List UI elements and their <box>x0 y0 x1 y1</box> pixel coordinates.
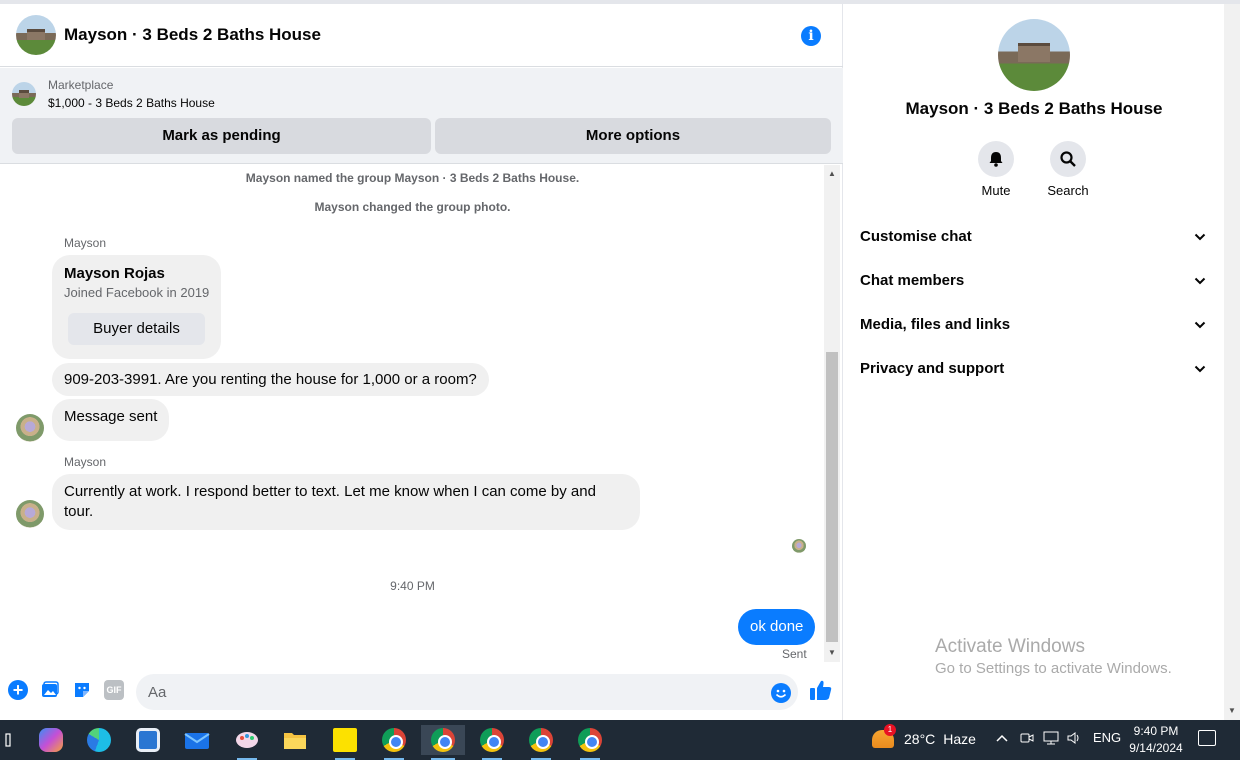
sender-name: Mayson <box>64 455 107 469</box>
mark-as-pending-button[interactable]: Mark as pending <box>12 118 431 154</box>
plus-icon[interactable]: + <box>8 680 28 700</box>
scroll-thumb[interactable] <box>826 352 838 642</box>
marketplace-label: Marketplace <box>48 78 114 92</box>
file-explorer-icon[interactable] <box>275 725 315 755</box>
thumbs-up-icon[interactable] <box>808 678 834 702</box>
task-view-icon[interactable] <box>0 725 24 755</box>
accordion-privacy-support[interactable]: Privacy and support <box>860 348 1210 388</box>
accordion-media-files-links[interactable]: Media, files and links <box>860 304 1210 344</box>
weather-badge: 1 <box>884 724 896 736</box>
details-title: Mayson · 3 Beds 2 Baths House <box>905 99 1163 118</box>
scroll-up-arrow[interactable]: ▲ <box>824 167 840 181</box>
copilot-icon[interactable] <box>31 725 71 755</box>
accordion-label: Media, files and links <box>860 315 1011 333</box>
watermark-title: Activate Windows <box>935 636 1085 657</box>
emoji-icon[interactable] <box>771 683 791 703</box>
bell-icon[interactable] <box>978 141 1014 177</box>
clock-time: 9:40 PM <box>1133 724 1179 738</box>
accordion-label: Chat members <box>860 271 965 289</box>
accordion-chat-members[interactable]: Chat members <box>860 260 1210 300</box>
volume-icon[interactable] <box>1066 730 1082 749</box>
system-message: Mayson named the group Mayson · 3 Beds 2… <box>245 171 580 185</box>
search-button[interactable]: Search <box>1028 141 1108 198</box>
listing-thumbnail[interactable] <box>12 82 36 106</box>
mail-icon[interactable] <box>177 725 217 755</box>
group-avatar[interactable] <box>16 15 56 55</box>
chrome-profile-4-icon[interactable] <box>521 725 561 760</box>
scroll-down-arrow[interactable]: ▼ <box>824 646 840 660</box>
message-input[interactable] <box>136 674 798 710</box>
chat-pane: Mayson · 3 Beds 2 Baths House i Marketpl… <box>0 4 843 720</box>
accordion-label: Customise chat <box>860 227 972 245</box>
read-receipt-avatar <box>792 539 806 553</box>
paint-icon[interactable] <box>227 725 267 760</box>
weather-condition: Haze <box>943 731 976 747</box>
chat-details-pane: Mayson · 3 Beds 2 Baths House Mute Searc… <box>844 4 1224 720</box>
messenger-window: Mayson · 3 Beds 2 Baths House i Marketpl… <box>0 0 1240 720</box>
chat-title[interactable]: Mayson · 3 Beds 2 Baths House <box>64 25 321 45</box>
weather-temp: 28°C <box>904 731 936 747</box>
sender-avatar[interactable] <box>16 500 44 528</box>
store-icon[interactable] <box>128 725 168 755</box>
sticky-notes-icon[interactable] <box>325 725 365 760</box>
language-indicator[interactable]: ENG <box>1093 730 1121 745</box>
buyer-details-button[interactable]: Buyer details <box>68 313 205 345</box>
activation-watermark: Activate Windows Go to Settings to activ… <box>935 636 1172 677</box>
chevron-up-icon[interactable] <box>996 730 1008 749</box>
notification-icon[interactable] <box>1198 730 1216 746</box>
search-icon[interactable] <box>1050 141 1086 177</box>
listing-title[interactable]: $1,000 - 3 Beds 2 Baths House <box>48 96 215 110</box>
sent-status: Sent <box>782 647 807 661</box>
scroll-down-arrow[interactable]: ▼ <box>1224 704 1240 718</box>
outgoing-message[interactable]: ok done <box>738 609 816 645</box>
mute-label: Mute <box>981 183 1011 198</box>
sender-avatar[interactable] <box>16 414 44 442</box>
chevron-down-icon <box>1194 228 1206 244</box>
chrome-profile-1-icon[interactable] <box>374 725 414 760</box>
buyer-joined: Joined Facebook in 2019 <box>64 285 210 300</box>
search-label: Search <box>1047 183 1089 198</box>
info-icon[interactable]: i <box>801 26 821 46</box>
weather-icon: 1 <box>872 724 896 748</box>
sticker-icon[interactable] <box>72 680 92 700</box>
weather-widget[interactable]: 1 28°C Haze <box>872 724 976 748</box>
accordion-customise-chat[interactable]: Customise chat <box>860 216 1210 256</box>
message-timestamp: 9:40 PM <box>390 579 435 593</box>
buyer-name: Mayson Rojas <box>64 265 165 282</box>
windows-taskbar: 1 28°C Haze ENG 9:40 PM 9/14/2024 <box>0 720 1240 760</box>
accordion-label: Privacy and support <box>860 359 1005 377</box>
chrome-profile-3-icon[interactable] <box>472 725 512 760</box>
mute-button[interactable]: Mute <box>956 141 1036 198</box>
composer: + GIF <box>0 668 843 712</box>
marketplace-bar: Marketplace $1,000 - 3 Beds 2 Baths Hous… <box>0 68 843 164</box>
meet-now-icon[interactable] <box>1020 730 1034 749</box>
message-scrollbar[interactable]: ▲ ▼ <box>824 165 840 662</box>
chat-header: Mayson · 3 Beds 2 Baths House i <box>0 4 843 67</box>
message-bubble[interactable]: 909-203-3991. Are you renting the house … <box>52 363 489 396</box>
edge-icon[interactable] <box>79 725 119 755</box>
message-bubble[interactable]: Message sent <box>52 399 170 441</box>
system-message: Mayson changed the group photo. <box>314 200 511 214</box>
photo-icon[interactable] <box>40 680 60 700</box>
watermark-subtitle: Go to Settings to activate Windows. <box>935 660 1172 677</box>
more-options-button[interactable]: More options <box>435 118 831 154</box>
message-list: Mayson named the group Mayson · 3 Beds 2… <box>0 165 843 662</box>
sender-name: Mayson <box>64 236 107 250</box>
group-photo[interactable] <box>998 19 1070 91</box>
chevron-down-icon <box>1194 360 1206 376</box>
chevron-down-icon <box>1194 316 1206 332</box>
network-icon[interactable] <box>1042 730 1060 749</box>
chrome-profile-2-icon[interactable] <box>421 725 465 760</box>
chevron-down-icon <box>1194 272 1206 288</box>
clock[interactable]: 9:40 PM 9/14/2024 <box>1128 723 1184 757</box>
chrome-profile-5-icon[interactable] <box>570 725 610 760</box>
buyer-card: Mayson Rojas Joined Facebook in 2019 Buy… <box>52 255 221 359</box>
gif-icon[interactable]: GIF <box>104 680 124 700</box>
message-bubble[interactable]: Currently at work. I respond better to t… <box>52 474 640 530</box>
page-scrollbar[interactable]: ▼ <box>1224 4 1240 720</box>
clock-date: 9/14/2024 <box>1129 741 1183 755</box>
